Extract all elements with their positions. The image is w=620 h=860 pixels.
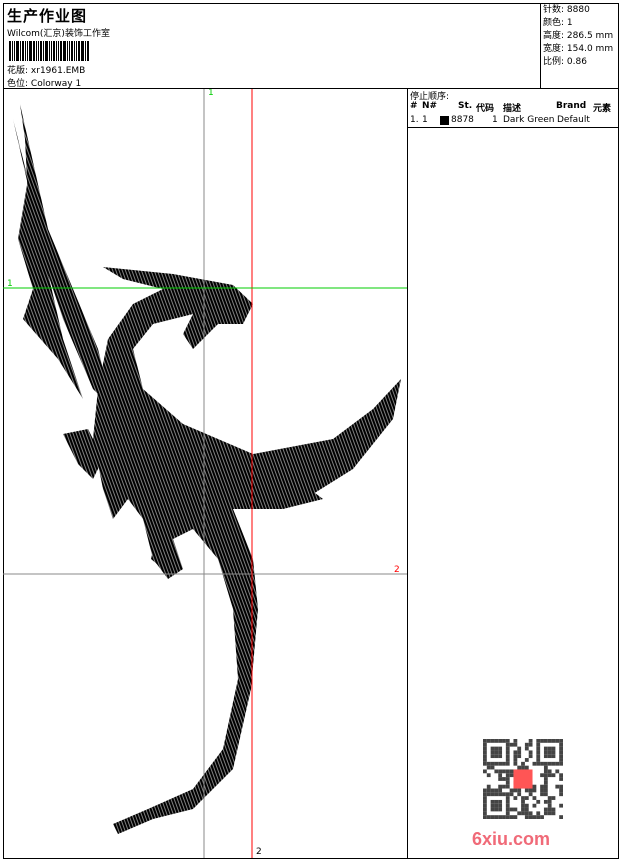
barcode [9, 41, 113, 61]
col-element: 元素 [593, 104, 612, 114]
barcode-bar [49, 41, 50, 61]
design-file: 花版: xr1961.EMB [7, 63, 85, 76]
guide-label-h2: 2 [394, 565, 400, 575]
barcode-bar [36, 41, 37, 61]
design-canvas: 1 1 2 2 [3, 89, 408, 858]
barcode-bar [85, 41, 86, 61]
table-header: # N# St. 代码 描述 Brand 元素 [408, 101, 618, 114]
barcode-bar [40, 41, 42, 61]
barcode-bar [63, 41, 66, 61]
barcode-bar [12, 41, 13, 61]
colorway-label: 色位: [7, 79, 29, 89]
barcode-bar [9, 41, 11, 61]
row-brand: Default [557, 115, 590, 125]
row-n: 1 [422, 115, 428, 125]
barcode-bar [14, 41, 15, 61]
barcode-bar [45, 41, 48, 61]
barcode-bar [67, 41, 68, 61]
barcode-bar [60, 41, 62, 61]
barcode-bar [71, 41, 73, 61]
company-name: Wilcom(汇京)装饰工作室 [7, 29, 110, 39]
stat-colors: 颜色: 1 [543, 18, 573, 28]
barcode-bar [51, 41, 52, 61]
barcode-bar [76, 41, 77, 61]
barcode-bar [53, 41, 55, 61]
barcode-bar [27, 41, 28, 61]
row-stitches: 8878 [451, 115, 474, 125]
stat-scale: 比例: 0.86 [543, 57, 587, 67]
design-label: 花版: [7, 66, 29, 76]
col-n: N# [422, 101, 438, 111]
color-swatch [440, 116, 449, 125]
col-num: # [410, 101, 418, 111]
stat-height: 高度: 286.5 mm [543, 31, 614, 41]
barcode-bar [25, 41, 26, 61]
design-value: xr1961.EMB [30, 66, 86, 76]
qr-code [483, 739, 563, 819]
barcode-bar [56, 41, 57, 61]
colorway-value: Colorway 1 [30, 79, 82, 89]
barcode-bar [22, 41, 24, 61]
stat-stitches: 针数: 8880 [543, 5, 590, 15]
guide-label-v2: 2 [256, 847, 262, 857]
seal-icon [513, 769, 533, 789]
header: 生产作业图 Wilcom(汇京)装饰工作室 花版: xr1961.EMB 色位:… [3, 3, 619, 89]
stat-width: 宽度: 154.0 mm [543, 44, 614, 54]
barcode-bar [38, 41, 39, 61]
row-code: 1 [492, 115, 498, 125]
col-stitches: St. [458, 101, 473, 111]
barcode-bar [20, 41, 21, 61]
col-code: 代码 [476, 104, 495, 114]
barcode-bar [29, 41, 32, 61]
barcode-bar [81, 41, 84, 61]
col-description: 描述 [503, 104, 522, 114]
stats-box: 针数: 8880 颜色: 1 高度: 286.5 mm 宽度: 154.0 mm… [540, 3, 618, 89]
watermark-logo: 6xiu.com [472, 829, 551, 849]
guide-label-h1: 1 [7, 279, 13, 289]
barcode-bar [58, 41, 59, 61]
barcode-bar [33, 41, 35, 61]
barcode-bar [43, 41, 44, 61]
col-brand: Brand [556, 101, 587, 111]
colorway: 色位: Colorway 1 [7, 76, 81, 89]
barcode-bar [74, 41, 75, 61]
row-num: 1. [410, 115, 419, 125]
page-title: 生产作业图 [7, 7, 88, 25]
embroidery-design [3, 89, 407, 858]
barcode-bar [16, 41, 19, 61]
stop-sequence-panel: 停止顺序: # N# St. 代码 描述 Brand 元素 1. 1 8878 … [408, 89, 619, 858]
table-row: 1. 1 8878 1 Dark Green Default [408, 115, 618, 128]
barcode-bar [69, 41, 70, 61]
dragon-icon [13, 104, 401, 834]
guide-label-v1: 1 [208, 89, 214, 98]
barcode-bar [87, 41, 89, 61]
row-description: Dark Green [503, 115, 555, 125]
barcode-bar [78, 41, 80, 61]
